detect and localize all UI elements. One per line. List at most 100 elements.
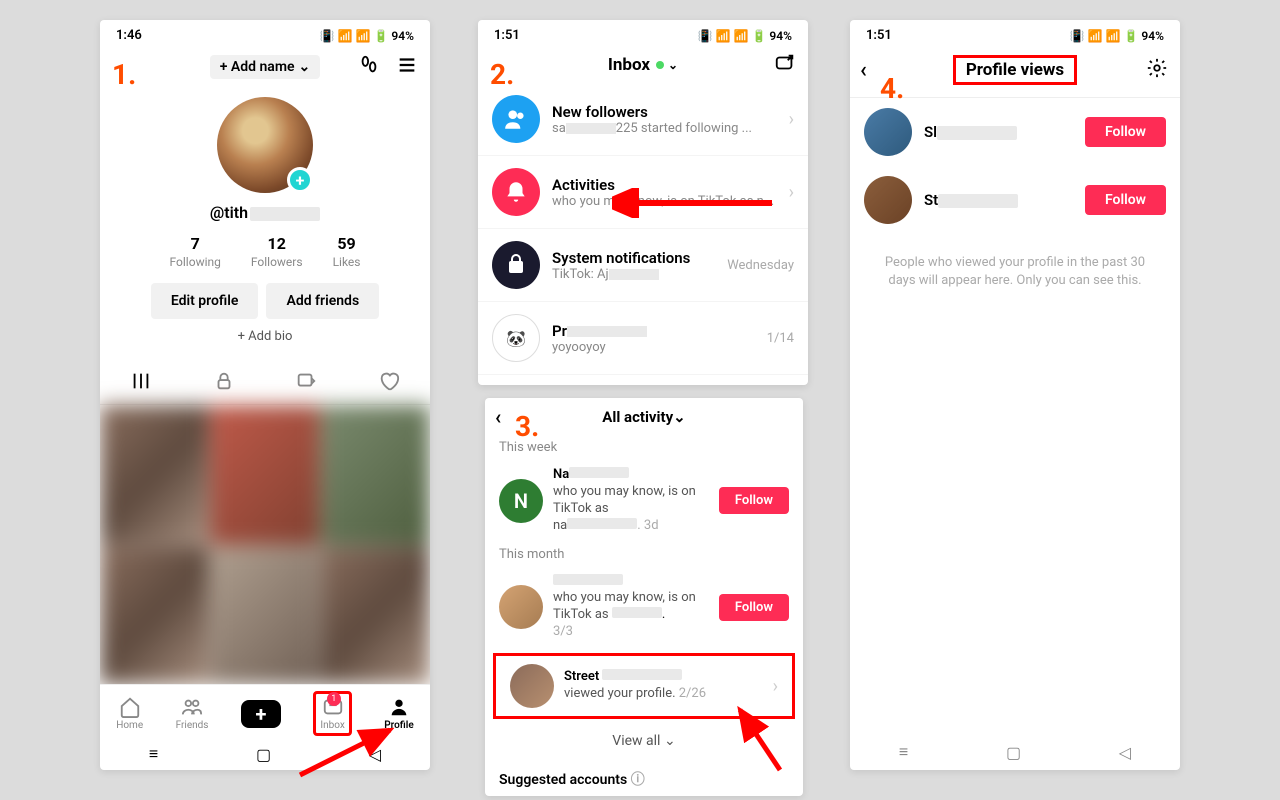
nav-inbox[interactable]: 1 Inbox: [320, 696, 344, 731]
android-menu-icon[interactable]: ≡: [149, 744, 158, 764]
step-3-label: 3.: [515, 410, 539, 443]
nav-home[interactable]: Home: [116, 696, 143, 731]
inbox-dm[interactable]: 🐼 Pr yoyooyoy 1/14: [478, 302, 808, 375]
signal-icon: 📶: [734, 29, 749, 43]
activity-item-3[interactable]: Street viewed your profile. 2/26 ›: [496, 656, 792, 716]
nav-profile[interactable]: Profile: [384, 696, 414, 731]
add-bio-button[interactable]: + Add bio: [238, 329, 293, 344]
user-avatar: [864, 176, 912, 224]
inbox-badge: 1: [327, 692, 341, 706]
android-nav: ≡ ▢ ◁: [100, 738, 430, 770]
user-avatar: [510, 664, 554, 708]
android-back-icon[interactable]: ◁: [1119, 743, 1131, 762]
highlight-profile-view: Street viewed your profile. 2/26 ›: [493, 653, 795, 719]
chevron-right-icon: ›: [789, 109, 794, 130]
step-4-label: 4.: [880, 72, 904, 105]
wifi-icon: 📶: [338, 29, 353, 43]
user-avatar: N: [499, 479, 543, 523]
vibrate-icon: 📳: [1070, 29, 1085, 43]
chevron-down-icon: ⌄: [664, 733, 676, 749]
screen-1-profile: 1. 1:46 📳 📶 📶 🔋 94% + Add name ⌄ +: [100, 20, 430, 770]
stat-likes[interactable]: 59 Likes: [333, 234, 361, 269]
chevron-down-icon: ⌄: [299, 59, 311, 75]
chevron-right-icon: ›: [773, 676, 778, 697]
inbox-activities[interactable]: Activities who you may know, is on TikTo…: [478, 156, 808, 229]
hamburger-icon[interactable]: [396, 54, 418, 80]
status-bar: 1:46 📳 📶 📶 🔋 94%: [100, 20, 430, 47]
avatar[interactable]: +: [217, 97, 313, 193]
chevron-down-icon: ⌄: [673, 408, 686, 426]
screen-2-inbox: 2. 1:51 📳 📶 📶 🔋 94% Inbox ⌄ New follower…: [478, 20, 808, 385]
add-name-button[interactable]: + Add name ⌄: [210, 55, 321, 79]
battery-pct: 94%: [769, 29, 792, 43]
android-back-icon[interactable]: ◁: [369, 745, 381, 764]
android-nav: ≡ ▢ ◁: [850, 734, 1180, 770]
follow-button[interactable]: Follow: [719, 594, 789, 621]
view-all-button[interactable]: View all ⌄: [485, 723, 803, 759]
viewer-item-2[interactable]: St Follow: [850, 166, 1180, 234]
footprint-icon[interactable]: [358, 54, 380, 80]
user-avatar: [864, 108, 912, 156]
inbox-header[interactable]: Inbox ⌄: [478, 47, 808, 83]
activity-filter[interactable]: All activity⌄: [602, 408, 685, 426]
profile-topbar: + Add name ⌄: [100, 47, 430, 87]
tab-repost-icon[interactable]: [295, 370, 317, 396]
screen-4-profile-views: 1:51 📳 📶 📶 🔋 94% ‹ Profile views 4. Sl F…: [850, 20, 1180, 770]
online-dot-icon: [656, 61, 664, 69]
username: @tith: [210, 203, 320, 222]
inbox-highlight: 1 Inbox: [313, 691, 351, 736]
followers-icon: [492, 95, 540, 143]
bottom-nav: Home Friends + 1 Inbox Profile: [100, 684, 430, 742]
android-home-icon[interactable]: ▢: [1006, 743, 1021, 762]
tab-liked-icon[interactable]: [378, 370, 400, 396]
android-menu-icon[interactable]: ≡: [899, 742, 908, 762]
user-avatar: 🐼: [492, 314, 540, 362]
avatar-plus-icon[interactable]: +: [287, 167, 313, 193]
battery-pct: 94%: [1141, 29, 1164, 43]
user-avatar: [499, 585, 543, 629]
signal-icon: 📶: [1106, 29, 1121, 43]
inbox-new-followers[interactable]: New followers sa225 started following ..…: [478, 83, 808, 156]
status-bar: 1:51 📳 📶 📶 🔋 94%: [478, 20, 808, 47]
content-grid: [100, 405, 430, 685]
stat-followers[interactable]: 12 Followers: [251, 234, 303, 269]
tab-lock-icon[interactable]: [213, 370, 235, 396]
profile-section: + @tith 7 Following 12 Followers 59 Like…: [100, 87, 430, 354]
back-icon[interactable]: ‹: [860, 58, 867, 83]
vibrate-icon: 📳: [698, 29, 713, 43]
add-friends-button[interactable]: Add friends: [266, 283, 379, 319]
status-icons: 📳 📶 📶 🔋 94%: [1070, 29, 1164, 43]
activity-item-2[interactable]: who you may know, is on TikTok as . 3/3 …: [485, 566, 803, 650]
back-icon[interactable]: ‹: [495, 405, 501, 429]
new-chat-icon[interactable]: [774, 52, 796, 79]
android-home-icon[interactable]: ▢: [256, 745, 271, 764]
signal-icon: 📶: [356, 29, 371, 43]
battery-icon: 🔋: [751, 29, 766, 43]
screen-3-activity: ‹ All activity⌄ 3. This week N Na who yo…: [485, 398, 803, 796]
vibrate-icon: 📳: [320, 29, 335, 43]
tab-grid-icon[interactable]: [130, 370, 152, 396]
inbox-system[interactable]: System notifications TikTok: Aj Wednesda…: [478, 229, 808, 302]
status-time: 1:51: [494, 28, 520, 43]
nav-create[interactable]: +: [241, 700, 281, 728]
edit-profile-button[interactable]: Edit profile: [151, 283, 259, 319]
stat-following[interactable]: 7 Following: [170, 234, 221, 269]
chevron-right-icon: ›: [789, 182, 794, 203]
battery-pct: 94%: [391, 29, 414, 43]
follow-button[interactable]: Follow: [1085, 185, 1166, 215]
status-time: 1:46: [116, 28, 142, 43]
nav-friends[interactable]: Friends: [176, 696, 209, 731]
suggested-label: Suggested accounts ⓘ: [485, 759, 803, 799]
activity-item-1[interactable]: N Na who you may know, is on TikTok as n…: [485, 459, 803, 543]
section-this-month: This month: [485, 543, 803, 566]
gear-icon[interactable]: [1146, 57, 1168, 83]
wifi-icon: 📶: [716, 29, 731, 43]
footer-text: People who viewed your profile in the pa…: [850, 234, 1180, 310]
viewer-item-1[interactable]: Sl Follow: [850, 98, 1180, 166]
status-time: 1:51: [866, 28, 892, 43]
stats-row: 7 Following 12 Followers 59 Likes: [170, 234, 361, 269]
follow-button[interactable]: Follow: [719, 487, 789, 514]
wifi-icon: 📶: [1088, 29, 1103, 43]
status-bar: 1:51 📳 📶 📶 🔋 94%: [850, 20, 1180, 47]
follow-button[interactable]: Follow: [1085, 117, 1166, 147]
